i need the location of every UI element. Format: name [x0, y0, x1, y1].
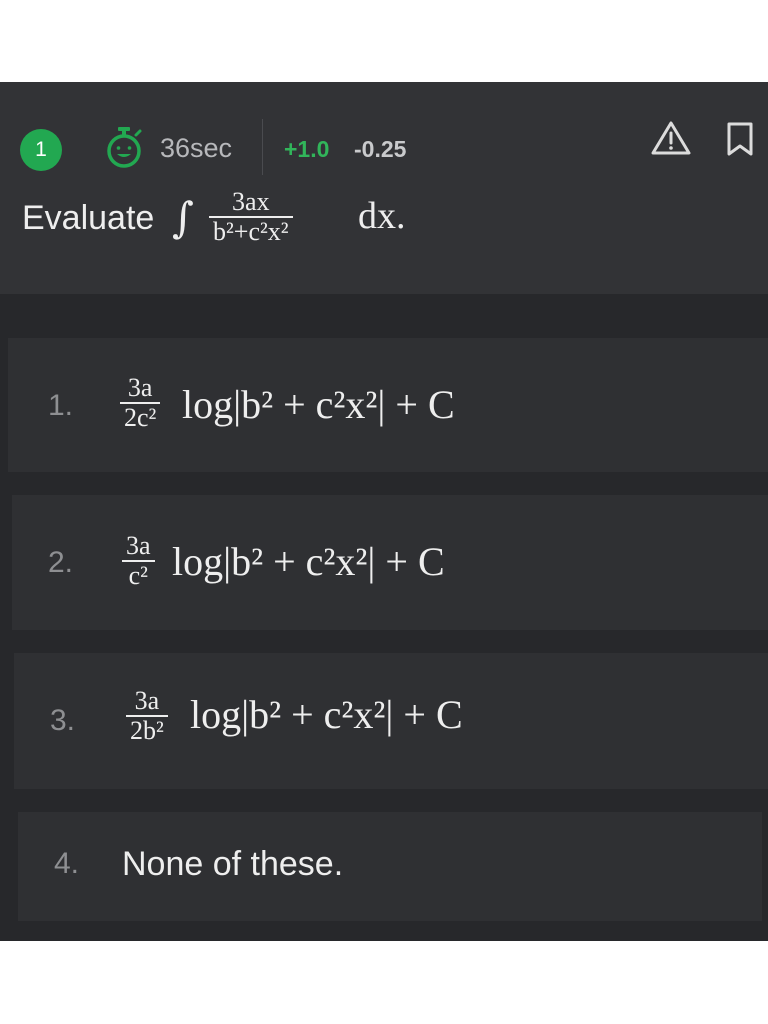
timer-text: 36sec	[160, 133, 233, 163]
question-number-badge: 1	[20, 129, 62, 171]
option-fraction-numerator: 3a	[134, 686, 160, 715]
option-expression: log|b² + c²x²| + C	[172, 539, 445, 584]
stopwatch-icon	[107, 127, 142, 168]
option-fraction-denominator: 2b²	[130, 716, 164, 745]
question-prefix: Evaluate	[22, 199, 155, 237]
integral-sign: ∫	[172, 193, 194, 242]
option-number: 4.	[54, 847, 80, 880]
option-number: 1.	[48, 389, 74, 422]
question-fraction: 3ax b²+c²x²	[209, 188, 293, 246]
option-1[interactable]: 1. 3a 2c² log|b² + c²x²| + C	[8, 338, 768, 472]
option-expression: log|b² + c²x²| + C	[182, 382, 455, 427]
option-fraction-numerator: 3a	[127, 373, 153, 402]
question-numerator: 3ax	[232, 187, 270, 216]
question-denominator: b²+c²x²	[213, 217, 289, 246]
option-3[interactable]: 3. 3a 2b² log|b² + c²x²| + C	[14, 653, 768, 789]
bookmark-icon[interactable]	[726, 122, 754, 156]
option-fraction: 3a 2b²	[126, 687, 168, 745]
option-4[interactable]: 4. None of these.	[18, 812, 762, 921]
option-fraction: 3a c²	[122, 532, 155, 590]
option-2[interactable]: 2. 3a c² log|b² + c²x²| + C	[12, 495, 768, 630]
positive-marks: +1.0	[284, 136, 330, 162]
question-suffix: dx.	[358, 195, 406, 237]
option-fraction: 3a 2c²	[120, 373, 161, 432]
question-header: 1 36sec +1.0 -0.25 Evaluate ∫ 3ax b²+c²x…	[0, 82, 768, 294]
option-fraction-numerator: 3a	[126, 531, 151, 560]
negative-marks: -0.25	[354, 136, 407, 162]
option-fraction-denominator: 2c²	[124, 403, 157, 432]
question-card: 1 36sec +1.0 -0.25 Evaluate ∫ 3ax b²+c²x…	[0, 82, 768, 941]
option-text: None of these.	[122, 845, 344, 883]
option-number: 2.	[48, 546, 74, 579]
option-expression: log|b² + c²x²| + C	[190, 692, 463, 737]
warning-icon[interactable]	[650, 120, 692, 156]
header-divider	[262, 119, 263, 175]
option-number: 3.	[50, 704, 76, 737]
option-fraction-denominator: c²	[128, 561, 148, 590]
